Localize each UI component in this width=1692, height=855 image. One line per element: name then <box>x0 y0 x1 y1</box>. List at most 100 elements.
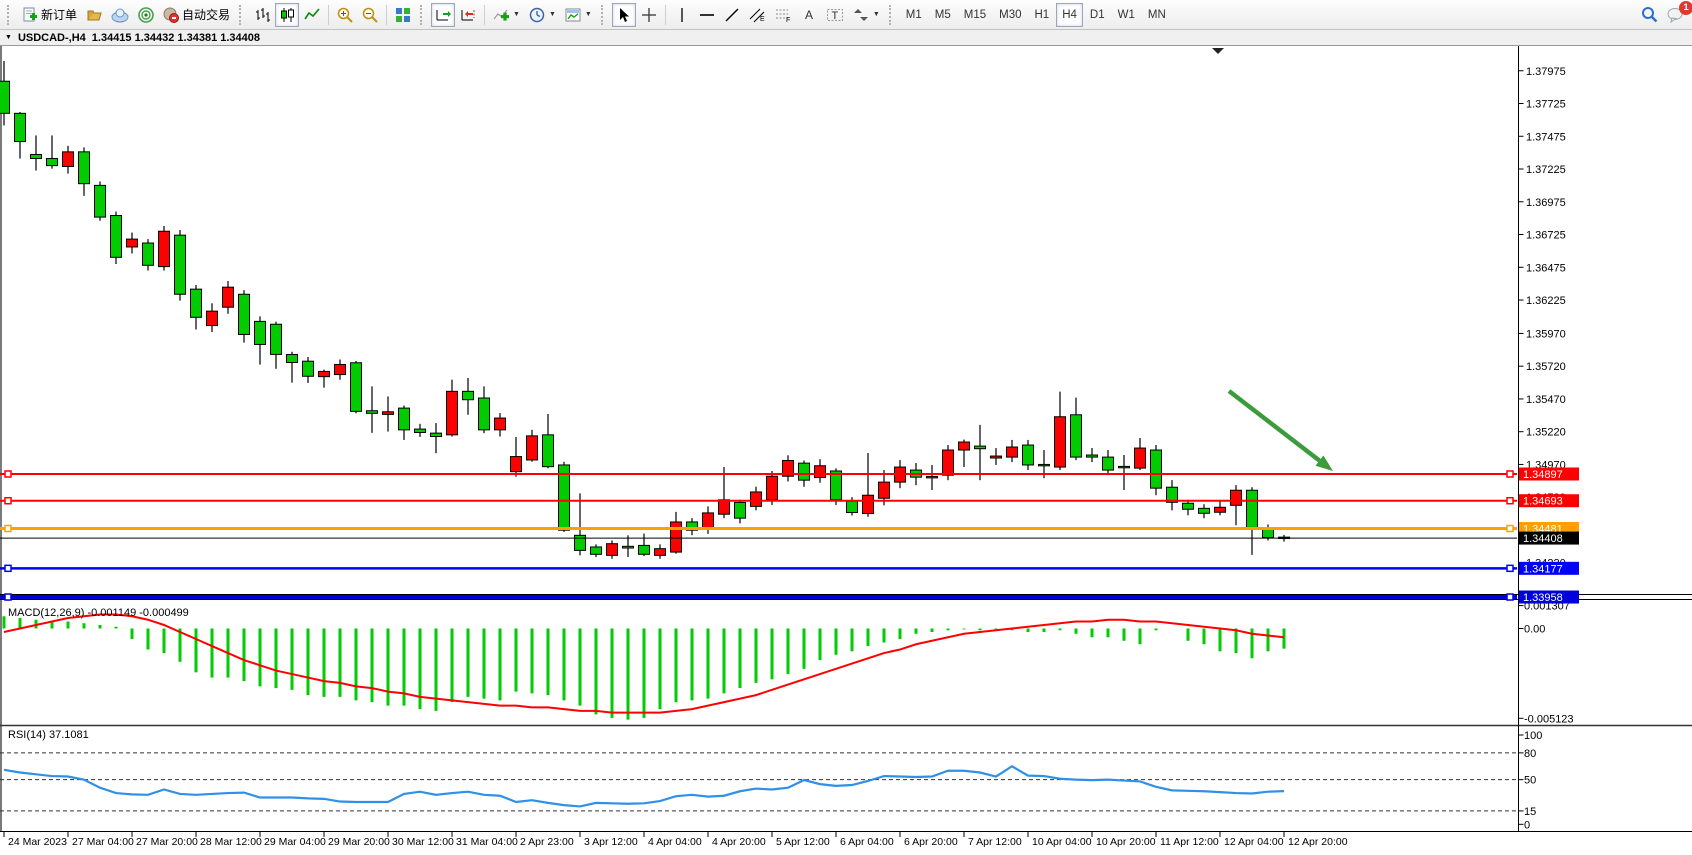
profile-button[interactable] <box>82 3 106 27</box>
trendline-tool-button[interactable] <box>720 3 744 27</box>
svg-text:4 Apr 04:00: 4 Apr 04:00 <box>648 836 702 848</box>
signals-button[interactable] <box>134 3 158 27</box>
chart-canvas[interactable]: MACD(12,26,9) -0.001149 -0.000499RSI(14)… <box>0 46 1692 855</box>
candlestick-button[interactable] <box>275 3 299 27</box>
bar-chart-button[interactable] <box>250 3 274 27</box>
tf-m15-button[interactable]: M15 <box>958 3 992 27</box>
svg-text:1.37475: 1.37475 <box>1526 131 1566 143</box>
tile-windows-button[interactable] <box>391 3 415 27</box>
toolbar-grip[interactable] <box>7 5 13 25</box>
tf-d1-button[interactable]: D1 <box>1084 3 1111 27</box>
fibonacci-icon: F <box>775 7 792 23</box>
dropdown-arrow-icon: ▼ <box>873 11 880 18</box>
svg-text:28 Mar 12:00: 28 Mar 12:00 <box>200 836 262 848</box>
chart-caption: ▼ USDCAD-,H4 1.34415 1.34432 1.34381 1.3… <box>0 30 1692 46</box>
svg-text:10 Apr 20:00: 10 Apr 20:00 <box>1096 836 1156 848</box>
toolbar-grip[interactable] <box>889 5 895 25</box>
svg-text:15: 15 <box>1524 806 1536 818</box>
toolbar-grip[interactable] <box>239 5 245 25</box>
community-button[interactable] <box>107 3 133 27</box>
notification-badge: 1 <box>1679 1 1692 15</box>
line-handle <box>1507 526 1513 532</box>
svg-text:7 Apr 12:00: 7 Apr 12:00 <box>968 836 1022 848</box>
svg-text:80: 80 <box>1524 748 1536 760</box>
window-menu-icon[interactable]: ▼ <box>5 34 12 41</box>
dropdown-arrow-icon: ▼ <box>513 11 520 18</box>
svg-text:11 Apr 12:00: 11 Apr 12:00 <box>1160 836 1219 848</box>
dropdown-arrow-icon: ▼ <box>549 11 556 18</box>
vline-tool-button[interactable] <box>670 3 694 27</box>
zoom-out-icon <box>362 7 378 23</box>
zoom-out-button[interactable] <box>358 3 382 27</box>
toolbar-grip[interactable] <box>601 5 607 25</box>
svg-text:0.00: 0.00 <box>1524 624 1545 636</box>
channel-tool-button[interactable]: E <box>745 3 770 27</box>
arrows-tool-button[interactable]: ▼ <box>849 3 884 27</box>
folder-icon <box>86 7 102 23</box>
tf-h1-button[interactable]: H1 <box>1029 3 1056 27</box>
tf-m30-button[interactable]: M30 <box>993 3 1027 27</box>
svg-text:3 Apr 12:00: 3 Apr 12:00 <box>584 836 638 848</box>
svg-text:12 Apr 20:00: 12 Apr 20:00 <box>1288 836 1348 848</box>
mt4-window: 新订单 自动交易 <box>0 0 1692 855</box>
hline-tool-button[interactable] <box>695 3 719 27</box>
fibonacci-tool-button[interactable]: F <box>771 3 796 27</box>
svg-text:1.37725: 1.37725 <box>1526 99 1566 111</box>
chart-shift-button[interactable] <box>456 3 480 27</box>
tf-mn-button[interactable]: MN <box>1142 3 1172 27</box>
svg-text:1.34177: 1.34177 <box>1523 563 1563 575</box>
zoom-in-button[interactable] <box>333 3 357 27</box>
cursor-button[interactable] <box>612 3 636 27</box>
rsi-label: RSI(14) 37.1081 <box>8 729 89 741</box>
search-icon <box>1641 6 1658 23</box>
new-order-button[interactable]: 新订单 <box>18 3 81 27</box>
chart-svg[interactable]: MACD(12,26,9) -0.001149 -0.000499RSI(14)… <box>0 46 1692 855</box>
periods-button[interactable]: ▼ <box>525 3 560 27</box>
candlestick-icon <box>279 7 295 23</box>
templates-button[interactable]: ▼ <box>561 3 596 27</box>
line-handle <box>1507 565 1513 571</box>
level-price-tag: 1.34693 <box>1519 494 1579 508</box>
line-handle <box>5 471 11 477</box>
indicators-button[interactable]: ▼ <box>489 3 524 27</box>
svg-text:6 Apr 04:00: 6 Apr 04:00 <box>840 836 894 848</box>
svg-text:1.35720: 1.35720 <box>1526 361 1566 373</box>
dropdown-arrow-icon: ▼ <box>585 11 592 18</box>
svg-text:1.35970: 1.35970 <box>1526 328 1566 340</box>
new-order-label: 新订单 <box>41 6 77 23</box>
svg-text:27 Mar 04:00: 27 Mar 04:00 <box>72 836 134 848</box>
toolbar-grip[interactable] <box>420 5 426 25</box>
tf-w1-button[interactable]: W1 <box>1112 3 1141 27</box>
tf-m1-button[interactable]: M1 <box>900 3 928 27</box>
cursor-icon <box>616 7 632 23</box>
auto-trading-button[interactable]: 自动交易 <box>159 3 234 27</box>
auto-scroll-button[interactable] <box>431 3 455 27</box>
chart-symbol-title: USDCAD-,H4 <box>18 32 86 44</box>
line-handle <box>5 565 11 571</box>
new-order-icon <box>22 7 38 23</box>
tf-h4-button[interactable]: H4 <box>1056 3 1083 27</box>
line-handle <box>5 594 11 600</box>
line-handle <box>5 526 11 532</box>
svg-text:12 Apr 04:00: 12 Apr 04:00 <box>1224 836 1284 848</box>
search-button[interactable] <box>1637 3 1662 27</box>
chat-button[interactable]: 1 <box>1663 3 1689 27</box>
tf-m5-button[interactable]: M5 <box>929 3 957 27</box>
line-handle <box>1507 594 1513 600</box>
text-tool-button[interactable]: A <box>797 3 821 27</box>
chart-ohlc-readout: 1.34415 1.34432 1.34381 1.34408 <box>92 32 260 44</box>
svg-text:30 Mar 12:00: 30 Mar 12:00 <box>392 836 454 848</box>
line-chart-button[interactable] <box>300 3 324 27</box>
toolbar-separator <box>484 5 485 25</box>
horizontal-line-icon <box>699 7 715 23</box>
svg-text:1.37225: 1.37225 <box>1526 164 1566 176</box>
svg-text:24 Mar 2023: 24 Mar 2023 <box>8 836 67 848</box>
current-price-tag: 1.34408 <box>1519 532 1579 546</box>
clock-icon <box>529 7 545 23</box>
svg-text:F: F <box>786 17 790 23</box>
crosshair-button[interactable] <box>637 3 661 27</box>
label-tool-button[interactable]: T <box>822 3 848 27</box>
toolbar: 新订单 自动交易 <box>0 0 1692 30</box>
svg-text:27 Mar 20:00: 27 Mar 20:00 <box>136 836 198 848</box>
zoom-in-icon <box>337 7 353 23</box>
